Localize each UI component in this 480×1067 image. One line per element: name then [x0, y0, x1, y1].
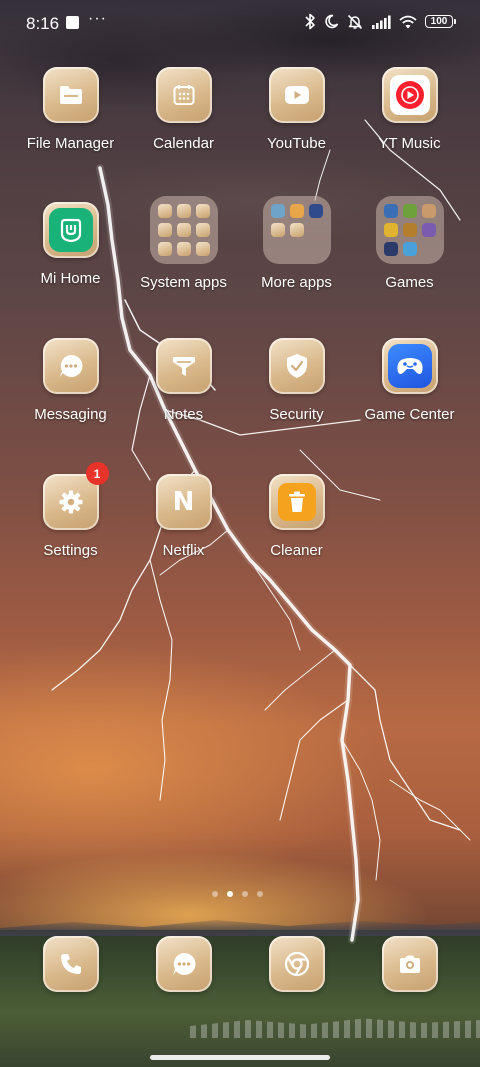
page-dot[interactable]	[257, 891, 263, 897]
app-netflix[interactable]: N Netflix	[127, 474, 240, 559]
page-dot-active[interactable]	[227, 891, 233, 897]
app-label: More apps	[261, 274, 332, 291]
app-label: Security	[269, 406, 324, 423]
shield-check-icon	[268, 338, 325, 394]
app-security[interactable]: Security	[240, 338, 353, 423]
dock-phone[interactable]	[14, 936, 127, 992]
home-gesture-bar[interactable]	[150, 1055, 330, 1060]
netflix-glyph: N	[172, 487, 195, 517]
mi-home-icon	[42, 202, 99, 258]
app-label: Settings	[43, 542, 98, 559]
calendar-icon	[155, 67, 212, 123]
wifi-icon	[399, 15, 417, 28]
page-indicator[interactable]	[212, 891, 263, 897]
chrome-icon	[268, 936, 325, 992]
chat-bubble-icon	[42, 338, 99, 394]
app-game-center[interactable]: Game Center	[353, 338, 466, 423]
silent-bell-icon	[347, 14, 363, 29]
app-calendar[interactable]: Calendar	[127, 67, 240, 152]
app-label: Netflix	[162, 542, 205, 559]
app-settings[interactable]: 1 Settings	[14, 462, 127, 559]
folder-games[interactable]: Games	[353, 196, 466, 291]
folder-system-apps[interactable]: System apps	[127, 196, 240, 291]
folder-grid-icon	[262, 196, 331, 264]
app-cleaner[interactable]: Cleaner	[240, 474, 353, 559]
app-yt-music[interactable]: YT Music	[353, 67, 466, 152]
cellular-signal-icon	[372, 15, 391, 29]
app-label: YouTube	[267, 135, 326, 152]
battery-indicator: 100	[425, 15, 456, 28]
dock-chrome[interactable]	[240, 936, 353, 992]
gamepad-icon	[381, 338, 438, 394]
trash-icon	[268, 474, 325, 530]
app-label: Game Center	[364, 406, 455, 423]
app-file-manager[interactable]: File Manager	[14, 67, 127, 152]
app-messaging[interactable]: Messaging	[14, 338, 127, 423]
app-label: Games	[385, 274, 434, 291]
app-label: Calendar	[153, 135, 214, 152]
do-not-disturb-moon-icon	[325, 14, 339, 29]
camera-icon	[381, 936, 438, 992]
dock-messaging[interactable]	[127, 936, 240, 992]
app-mi-home[interactable]: Mi Home	[14, 202, 127, 287]
folder-grid-icon	[375, 196, 444, 264]
folder-icon	[42, 67, 99, 123]
status-time: 8:16	[26, 14, 60, 33]
app-label: Notes	[163, 406, 204, 423]
gear-icon: 1	[42, 462, 109, 530]
phone-icon	[42, 936, 99, 992]
dock-camera[interactable]	[353, 936, 466, 992]
folder-grid-icon	[149, 196, 218, 264]
app-label: Cleaner	[270, 542, 323, 559]
folder-more-apps[interactable]: More apps	[240, 196, 353, 291]
bluetooth-icon	[305, 13, 315, 30]
page-dot[interactable]	[242, 891, 248, 897]
app-label: Messaging	[34, 406, 107, 423]
page-dot[interactable]	[212, 891, 218, 897]
notification-square-icon	[66, 16, 79, 29]
chat-bubble-icon	[155, 936, 212, 992]
battery-tip	[454, 19, 456, 24]
app-label: YT Music	[378, 135, 441, 152]
app-youtube[interactable]: YouTube	[240, 67, 353, 152]
battery-level: 100	[425, 15, 453, 28]
netflix-n-icon: N	[155, 474, 212, 530]
app-label: Mi Home	[40, 270, 101, 287]
app-label: File Manager	[26, 135, 115, 152]
more-notifications-icon: ···	[88, 10, 107, 27]
app-notes[interactable]: Notes	[127, 338, 240, 423]
notes-icon	[155, 338, 212, 394]
status-bar: 8:16 ··· 100	[0, 0, 480, 46]
play-icon	[268, 67, 325, 123]
notification-badge: 1	[85, 462, 109, 485]
yt-music-icon	[381, 67, 438, 123]
app-label: System apps	[140, 274, 227, 291]
